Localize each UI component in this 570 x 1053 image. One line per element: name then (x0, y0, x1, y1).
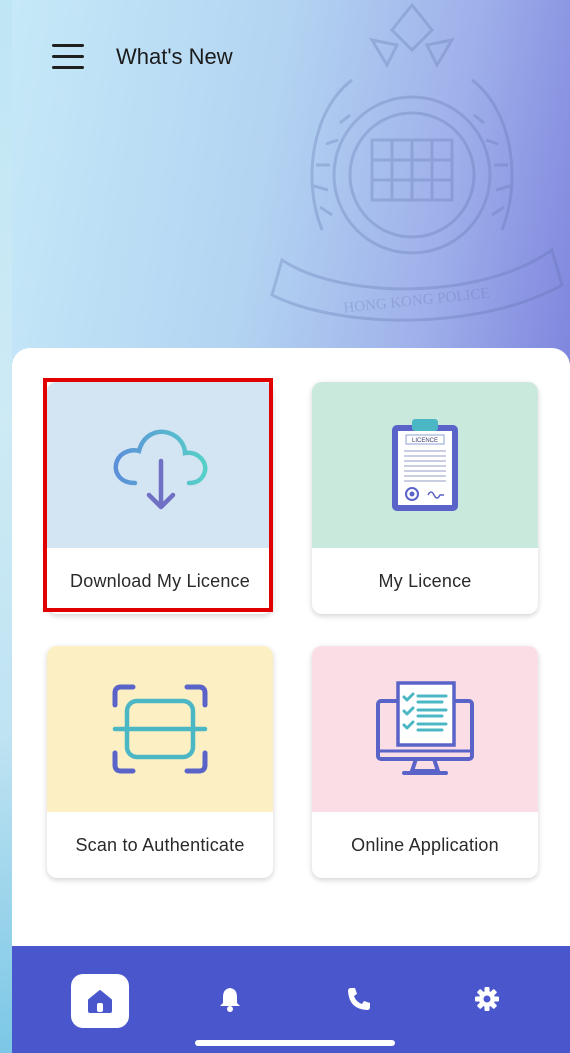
hamburger-menu-icon[interactable] (52, 42, 86, 72)
phone-icon[interactable] (334, 974, 384, 1024)
licence-badge-text: LICENCE (412, 438, 438, 444)
my-licence-tile[interactable]: LICENCE My Licence (312, 382, 538, 614)
cloud-download-icon (113, 429, 208, 510)
online-application-tile[interactable]: Online Application (312, 646, 538, 878)
scan-frame-icon (112, 684, 208, 774)
home-icon[interactable] (71, 974, 129, 1028)
monitor-checklist-icon (376, 681, 474, 775)
tile-icon-area (47, 646, 273, 812)
bottom-navigation-bar (12, 946, 570, 1053)
tile-label: My Licence (378, 570, 472, 591)
header-banner: HONG KONG POLICE What's New (12, 0, 570, 372)
scan-to-authenticate-tile[interactable]: Scan to Authenticate (47, 646, 273, 878)
tile-label: Download My Licence (70, 570, 250, 591)
tile-icon-area: LICENCE (312, 382, 538, 548)
page-title: What's New (116, 44, 233, 69)
licence-clipboard-icon: LICENCE (392, 419, 458, 511)
tile-label: Scan to Authenticate (75, 834, 245, 855)
tile-label: Online Application (351, 834, 499, 855)
left-edge-strip (0, 0, 12, 1053)
gear-icon[interactable] (462, 974, 512, 1024)
home-indicator-bar[interactable] (195, 1040, 395, 1046)
tile-icon-area (47, 382, 273, 548)
bell-icon[interactable] (205, 974, 255, 1024)
police-emblem-icon: HONG KONG POLICE (270, 2, 564, 322)
download-my-licence-tile[interactable]: Download My Licence (47, 382, 273, 614)
tile-icon-area (312, 646, 538, 812)
